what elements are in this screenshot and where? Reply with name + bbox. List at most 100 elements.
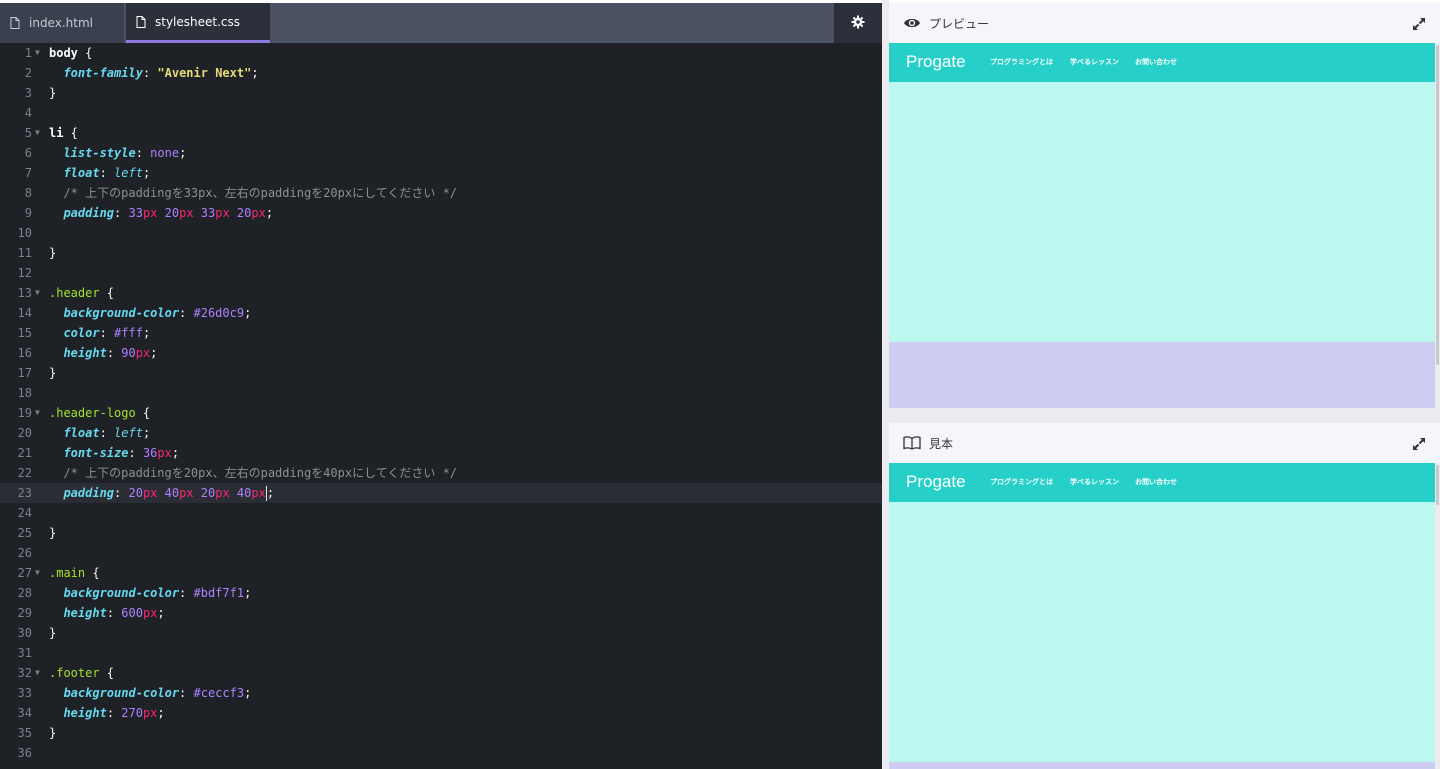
code-line[interactable]: 13 ▼ .header { (0, 283, 882, 303)
line-number: 11 (17, 246, 32, 260)
fold-arrow-icon[interactable]: ▼ (35, 43, 40, 63)
code-line[interactable]: 11} (0, 243, 882, 263)
nav-item[interactable]: 学べるレッスン (1070, 477, 1119, 487)
code-line[interactable]: 29 height: 600px; (0, 603, 882, 623)
code-token: px (251, 206, 266, 220)
code-token: : (99, 326, 115, 340)
fold-arrow-icon[interactable]: ▼ (35, 123, 40, 143)
code-line[interactable]: 1 ▼ body { (0, 43, 882, 63)
code-token: : (179, 306, 194, 320)
settings-button[interactable] (834, 3, 882, 43)
code-area[interactable]: 1 ▼ body {2 font-family: "Avenir Next"; 3} 4… (0, 43, 882, 763)
code-line[interactable]: 32 ▼ .footer { (0, 663, 882, 683)
site-footer (889, 342, 1435, 409)
code-line[interactable]: 17} (0, 363, 882, 383)
code-line[interactable]: 26 (0, 543, 882, 563)
code-editor[interactable]: index.html stylesheet.css 1 ▼ body {2 f… (0, 0, 882, 769)
nav-item[interactable]: 学べるレッスン (1070, 57, 1119, 67)
line-number: 36 (17, 746, 32, 760)
code-line[interactable]: 25} (0, 523, 882, 543)
code-line[interactable]: 10 (0, 223, 882, 243)
code-text: li { (49, 123, 78, 143)
line-number: 17 (17, 366, 32, 380)
code-line[interactable]: 36 (0, 743, 882, 763)
code-token: { (135, 406, 151, 420)
code-line[interactable]: 34 height: 270px; (0, 703, 882, 723)
site-logo[interactable]: Progate (906, 472, 966, 492)
code-line[interactable]: 21 font-size: 36px; (0, 443, 882, 463)
code-line[interactable]: 16 height: 90px; (0, 343, 882, 363)
line-number: 26 (17, 546, 32, 560)
code-token: 20 (128, 486, 143, 500)
code-text: /* 上下のpaddingを20px、左右のpaddingを40pxにしてくださ… (49, 463, 457, 483)
vertical-scrollbar[interactable] (1435, 463, 1440, 769)
nav-item[interactable]: プログラミングとは (990, 477, 1053, 487)
code-token: height (63, 706, 107, 720)
tab-label: stylesheet.css (155, 14, 241, 29)
code-line[interactable]: 15 color: #fff; (0, 323, 882, 343)
code-line[interactable]: 2 font-family: "Avenir Next"; (0, 63, 882, 83)
code-line[interactable]: 8 /* 上下のpaddingを33px、左右のpaddingを20pxにしてく… (0, 183, 882, 203)
code-line[interactable]: 3} (0, 83, 882, 103)
code-line[interactable]: 35} (0, 723, 882, 743)
code-line[interactable]: 18 (0, 383, 882, 403)
line-number: 24 (17, 506, 32, 520)
nav-item[interactable]: お問い合わせ (1135, 477, 1177, 487)
code-token: #ceccf3 (193, 686, 245, 700)
nav-item[interactable]: プログラミングとは (990, 57, 1053, 67)
code-line[interactable]: 31 (0, 643, 882, 663)
expand-icon[interactable] (1412, 436, 1426, 455)
code-line[interactable]: 6 list-style: none; (0, 143, 882, 163)
code-token: 40 (236, 486, 252, 500)
code-line[interactable]: 33 background-color: #ceccf3; (0, 683, 882, 703)
tab-stylesheet-css[interactable]: stylesheet.css (126, 3, 270, 43)
fold-arrow-icon[interactable]: ▼ (35, 563, 40, 583)
site-logo[interactable]: Progate (906, 52, 966, 72)
line-number: 12 (17, 266, 32, 280)
code-line[interactable]: 7 float: left; (0, 163, 882, 183)
code-line[interactable]: 22 /* 上下のpaddingを20px、左右のpaddingを40pxにして… (0, 463, 882, 483)
code-line[interactable]: 30} (0, 623, 882, 643)
code-token: left (114, 166, 143, 180)
code-token: padding (63, 206, 115, 220)
code-token: ; (157, 606, 165, 620)
tab-index-html[interactable]: index.html (0, 3, 124, 43)
code-line[interactable]: 24 (0, 503, 882, 523)
code-line[interactable]: 14 background-color: #26d0c9; (0, 303, 882, 323)
code-token: } (49, 366, 57, 380)
code-line[interactable]: 19 ▼ .header-logo { (0, 403, 882, 423)
nav-item[interactable]: お問い合わせ (1135, 57, 1177, 67)
tab-label: index.html (29, 16, 93, 30)
preview-header: プレビュー (889, 3, 1440, 43)
vertical-scrollbar[interactable] (1435, 43, 1440, 409)
code-line[interactable]: 5 ▼ li { (0, 123, 882, 143)
code-line[interactable]: 27 ▼ .main { (0, 563, 882, 583)
line-number: 21 (17, 446, 32, 460)
code-token: 33 (200, 206, 216, 220)
code-text: font-family: "Avenir Next"; (49, 63, 258, 83)
pane-divider[interactable] (882, 0, 889, 769)
code-line[interactable]: 23 padding: 20px 40px 20px 40px; (0, 483, 882, 503)
code-line[interactable]: 28 background-color: #bdf7f1; (0, 583, 882, 603)
code-line[interactable]: 4 (0, 103, 882, 123)
fold-arrow-icon[interactable]: ▼ (35, 283, 40, 303)
editor-tab-bar: index.html stylesheet.css (0, 3, 882, 43)
code-token: px (179, 486, 194, 500)
line-number: 2 (24, 66, 32, 80)
fold-arrow-icon[interactable]: ▼ (35, 403, 40, 423)
fold-arrow-icon[interactable]: ▼ (35, 663, 40, 683)
code-line[interactable]: 12 (0, 263, 882, 283)
code-token: 20 (200, 486, 216, 500)
code-line[interactable]: 20 float: left; (0, 423, 882, 443)
code-line[interactable]: 9 padding: 33px 20px 33px 20px; (0, 203, 882, 223)
sample-title: 見本 (929, 436, 954, 451)
code-token: px (142, 206, 158, 220)
expand-icon[interactable] (1412, 16, 1426, 35)
code-token: { (63, 126, 78, 140)
